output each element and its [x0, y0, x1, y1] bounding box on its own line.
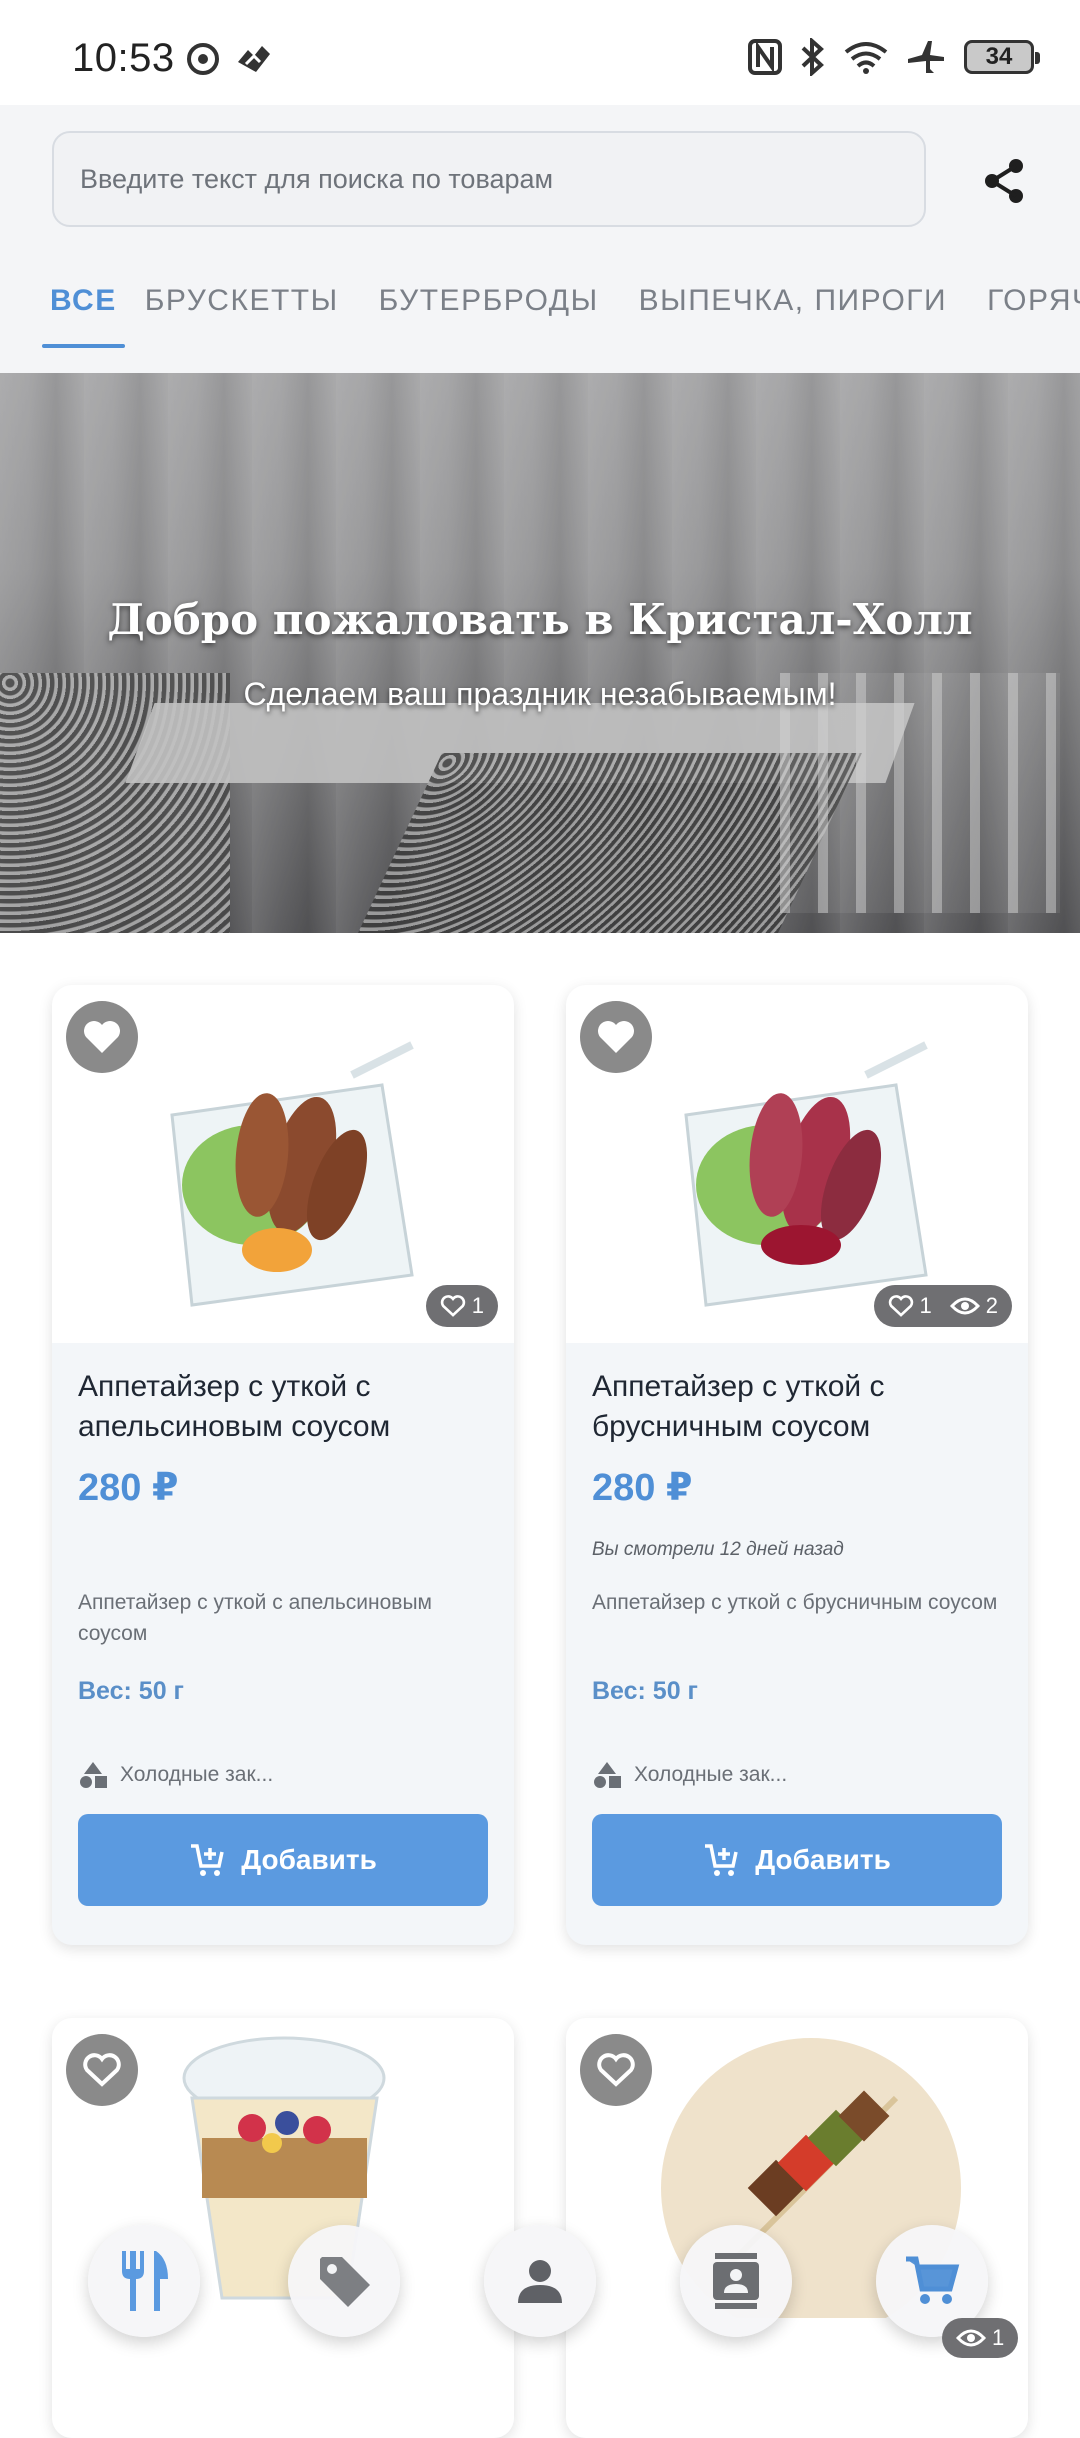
tab-bruschetta[interactable]: БРУСКЕТТЫ [125, 253, 359, 348]
heart-outline-icon [597, 2053, 635, 2087]
nav-promotions-button[interactable] [288, 2225, 400, 2337]
favorite-button[interactable] [66, 1001, 138, 1073]
shapes-icon [80, 1762, 107, 1788]
product-price: 280 ₽ [592, 1467, 693, 1509]
tab-pastry[interactable]: ВЫПЕЧКА, ПИРОГИ [619, 253, 967, 348]
tab-hot[interactable]: ГОРЯЧИЕ [967, 253, 1080, 348]
views-count: 1 [992, 2325, 1005, 2350]
person-icon [518, 2260, 562, 2303]
app-header: ВСЕ БРУСКЕТТЫ БУТЕРБРОДЫ ВЫПЕЧКА, ПИРОГИ… [0, 105, 1080, 373]
bluetooth-icon [801, 38, 824, 76]
product-card[interactable]: 1 Аппетайзер с уткой с апельсиновым соус… [52, 985, 514, 1945]
category-tabs: ВСЕ БРУСКЕТТЫ БУТЕРБРОДЫ ВЫПЕЧКА, ПИРОГИ… [0, 253, 1080, 373]
category-label: Холодные зак... [120, 1763, 274, 1786]
add-to-cart-button[interactable]: Добавить [78, 1814, 488, 1906]
bottom-navigation [0, 2225, 1080, 2355]
cart-icon [906, 2256, 960, 2304]
product-stats-badge: 1 [425, 1285, 498, 1327]
add-cart-icon [705, 1844, 738, 1876]
add-to-cart-button[interactable]: Добавить [592, 1814, 1002, 1906]
airplane-mode-icon [908, 41, 944, 73]
nav-menu-button[interactable] [88, 2225, 200, 2337]
heart-outline-icon [440, 1295, 465, 1317]
share-button[interactable] [976, 153, 1032, 209]
product-category: Холодные зак... [78, 1760, 488, 1790]
nav-profile-button[interactable] [484, 2225, 596, 2337]
product-image: 1 [52, 985, 514, 1343]
views-count: 2 [985, 1293, 998, 1318]
product-weight: Вес: 50 г [78, 1677, 184, 1705]
nfc-icon [748, 39, 782, 75]
add-button-label: Добавить [241, 1844, 377, 1875]
heart-icon [84, 1021, 120, 1053]
favorite-button[interactable] [66, 2034, 138, 2106]
product-weight: Вес: 50 г [592, 1677, 698, 1705]
product-title: Аппетайзер с уткой с апельсиновым соусом [78, 1370, 391, 1443]
likes-count: 1 [919, 1293, 932, 1318]
heart-outline-icon [83, 2053, 121, 2087]
product-stats-badge: 1 2 [873, 1285, 1012, 1327]
contacts-icon [713, 2253, 759, 2309]
eye-icon [956, 2329, 986, 2347]
tag-icon [320, 2257, 370, 2307]
search-input[interactable] [80, 163, 924, 195]
product-description: Аппетайзер с уткой с апельсиновым соусом [78, 1591, 432, 1645]
product-category: Холодные зак... [592, 1760, 1002, 1790]
status-bar: 10:53 34 [0, 0, 1080, 105]
favorite-button[interactable] [580, 2034, 652, 2106]
viewed-note [78, 1539, 488, 1567]
health-app-icon [238, 46, 270, 72]
likes-count: 1 [471, 1293, 484, 1318]
product-description: Аппетайзер с уткой с брусничным соусом [592, 1591, 998, 1614]
product-card[interactable]: 1 2 Аппетайзер с уткой с брусничным соус… [566, 985, 1028, 1945]
add-cart-icon [191, 1844, 224, 1876]
wifi-icon [844, 42, 888, 74]
shapes-icon [594, 1762, 621, 1788]
product-title: Аппетайзер с уткой с брусничным соусом [592, 1370, 885, 1443]
share-icon [985, 159, 1023, 203]
tab-all[interactable]: ВСЕ [42, 253, 125, 348]
fork-knife-icon [122, 2251, 168, 2311]
product-image: 1 2 [566, 985, 1028, 1343]
heart-icon [598, 1021, 634, 1053]
welcome-banner: Добро пожаловать в Кристал-Холл Сделаем … [0, 373, 1080, 933]
nav-contacts-button[interactable] [680, 2225, 792, 2337]
product-grid: 1 Аппетайзер с уткой с апельсиновым соус… [0, 933, 1080, 2438]
tab-sandwiches[interactable]: БУТЕРБРОДЫ [359, 253, 619, 348]
status-time: 10:53 [72, 36, 175, 80]
floating-views-badge: 1 [942, 2318, 1019, 2358]
chrome-icon [187, 43, 219, 75]
banner-subtitle: Сделаем ваш праздник незабываемым! [243, 676, 837, 712]
viewed-note: Вы смотрели 12 дней назад [592, 1539, 844, 1560]
search-box[interactable] [52, 131, 926, 227]
add-button-label: Добавить [755, 1844, 891, 1875]
battery-indicator: 34 [964, 40, 1040, 74]
heart-outline-icon [888, 1295, 913, 1317]
eye-icon [949, 1297, 980, 1315]
favorite-button[interactable] [580, 1001, 652, 1073]
banner-title: Добро пожаловать в Кристал-Холл [107, 595, 973, 644]
product-price: 280 ₽ [78, 1467, 179, 1509]
category-label: Холодные зак... [634, 1763, 788, 1786]
